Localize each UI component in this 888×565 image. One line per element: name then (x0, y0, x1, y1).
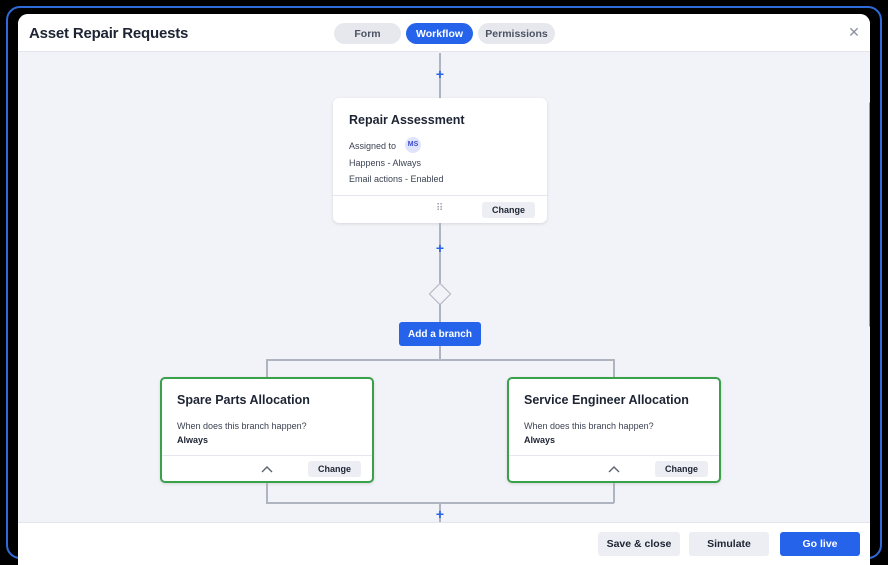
header-bar: Asset Repair Requests Form Workflow Perm… (18, 14, 870, 52)
branch-card-service-engineer[interactable]: Service Engineer Allocation When does th… (507, 377, 721, 483)
connector-line (439, 346, 441, 360)
tab-permissions[interactable]: Permissions (478, 23, 555, 44)
close-icon[interactable]: ✕ (847, 25, 861, 39)
divider (509, 455, 719, 456)
save-close-button[interactable]: Save & close (598, 532, 680, 556)
connector-line (266, 483, 268, 503)
change-button[interactable]: Change (308, 461, 361, 477)
happens-text: Happens - Always (349, 158, 422, 168)
change-button[interactable]: Change (482, 202, 535, 218)
avatar: MS (405, 137, 421, 153)
vertical-scrollbar[interactable] (869, 102, 870, 327)
chevron-up-icon[interactable] (607, 463, 621, 475)
workflow-canvas: + Repair Assessment Assigned to MS Happe… (18, 53, 870, 522)
tab-workflow[interactable]: Workflow (406, 23, 473, 44)
branch-answer: Always (177, 435, 209, 445)
add-step-plus-icon[interactable]: + (433, 507, 447, 521)
add-branch-button[interactable]: Add a branch (399, 322, 481, 346)
branch-question: When does this branch happen? (524, 421, 654, 431)
email-actions-text: Email actions - Enabled (349, 174, 444, 184)
branch-title: Spare Parts Allocation (177, 393, 310, 407)
assigned-label: Assigned to (349, 141, 397, 151)
step-card-repair-assessment[interactable]: Repair Assessment Assigned to MS Happens… (333, 98, 547, 223)
workflow-editor-window: Asset Repair Requests Form Workflow Perm… (18, 14, 870, 565)
add-step-plus-icon[interactable]: + (433, 67, 447, 81)
branch-split-line (266, 359, 614, 361)
connector-line (266, 359, 268, 377)
branch-question: When does this branch happen? (177, 421, 307, 431)
page-title: Asset Repair Requests (29, 25, 189, 42)
footer-bar: Save & close Simulate Go live (18, 522, 870, 565)
chevron-up-icon[interactable] (260, 463, 274, 475)
connector-line (613, 359, 615, 377)
branch-card-spare-parts[interactable]: Spare Parts Allocation When does this br… (160, 377, 374, 483)
change-button[interactable]: Change (655, 461, 708, 477)
step-title: Repair Assessment (349, 113, 465, 127)
go-live-button[interactable]: Go live (780, 532, 860, 556)
drag-handle-icon[interactable]: ⠿ (436, 203, 443, 214)
decision-diamond-icon (428, 282, 452, 306)
branch-answer: Always (524, 435, 556, 445)
connector-line (613, 483, 615, 503)
tab-group: Form Workflow Permissions (334, 23, 555, 44)
add-step-plus-icon[interactable]: + (433, 241, 447, 255)
tab-form[interactable]: Form (334, 23, 401, 44)
simulate-button[interactable]: Simulate (689, 532, 769, 556)
connector-line (439, 304, 441, 322)
divider (333, 195, 547, 196)
divider (162, 455, 372, 456)
branch-title: Service Engineer Allocation (524, 393, 689, 407)
